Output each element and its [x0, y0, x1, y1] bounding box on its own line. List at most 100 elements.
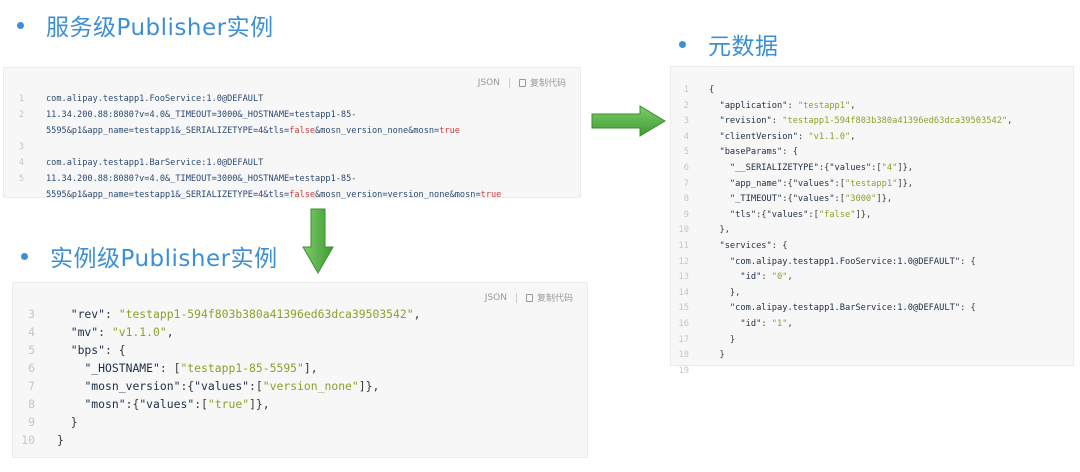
- code-line: 19: [675, 364, 1012, 380]
- line-number: 6: [28, 361, 35, 375]
- heading-service-publisher: 服务级Publisher实例: [17, 8, 274, 42]
- code-line: 5 "bps": {: [19, 341, 420, 359]
- metadata-code-panel: 1 {2 "application": "testapp1", 3 "revisio…: [670, 66, 1074, 376]
- code-token: :{: [782, 178, 793, 189]
- code-text: 11.34.200.88:8080?v=4.0&_TIMEOUT=3000&_H…: [46, 171, 356, 187]
- line-number: 2: [18, 110, 24, 120]
- code-text: 11.34.200.88:8080?v=4.0&_TIMEOUT=3000&_H…: [46, 107, 356, 123]
- code-token: }: [709, 350, 725, 361]
- code-token: :[: [871, 162, 882, 173]
- code-token: "testapp1-594f803b380a41396ed63dca395035…: [118, 307, 414, 321]
- code-token: 11.34.200.88:8080?v=4.0&_TIMEOUT=3000&_H…: [46, 174, 357, 184]
- heading-instance-publisher: 实例级Publisher实例: [21, 239, 278, 273]
- code-token: },: [709, 287, 741, 298]
- code-line: 18 }: [675, 348, 1012, 364]
- code-token: "bps": [70, 343, 106, 357]
- code-text: "com.alipay.testapp1.BarService:1.0@DEFA…: [709, 301, 976, 317]
- copy-icon: [518, 78, 526, 87]
- line-number: 8: [683, 194, 689, 205]
- code-token: ]},: [876, 194, 893, 205]
- line-number: 14: [678, 287, 689, 298]
- code-token: }: [57, 433, 64, 447]
- code-line: 6 "__SERIALIZETYPE":{"values":["4"]},: [675, 161, 1012, 177]
- code-token: ],: [303, 361, 318, 375]
- code-text: "baseParams": {: [709, 145, 797, 161]
- code-token: :: [761, 318, 772, 329]
- code-token: "id": [740, 318, 762, 329]
- code-text: "bps": {: [57, 341, 126, 359]
- code-token: "testapp1": [797, 100, 851, 111]
- code-line: 11 "services": {: [675, 239, 1012, 255]
- code-token: :{: [180, 379, 195, 393]
- copy-code-button[interactable]: 复制代码: [537, 291, 573, 304]
- code-token: "v1.1.0": [808, 131, 851, 142]
- toolbar-divider: [515, 292, 517, 303]
- bullet-icon: [21, 252, 28, 260]
- code-line: 2 "application": "testapp1",: [675, 99, 1012, 115]
- code-text: com.alipay.testapp1.FooService:1.0@DEFAU…: [46, 91, 263, 107]
- code-text: },: [709, 286, 740, 302]
- code-token: com.alipay.testapp1.BarService:1.0@DEFAU…: [46, 158, 264, 168]
- code-token: : {: [960, 303, 976, 314]
- code-token: "revision": [719, 116, 772, 127]
- code-token: "4": [881, 162, 898, 173]
- code-line: 15 "com.alipay.testapp1.BarService:1.0@D…: [675, 301, 1012, 317]
- code-token: :: [98, 325, 112, 339]
- code-token: &mosn_version_none&mosn=: [315, 126, 440, 136]
- code-text: },: [709, 223, 729, 239]
- line-number: 2: [683, 100, 689, 111]
- code-token: "true": [207, 397, 250, 411]
- code-token: : {: [105, 343, 126, 357]
- code-token: "testapp1": [845, 178, 898, 189]
- code-text: {: [709, 83, 714, 99]
- code-token: ]},: [249, 397, 270, 411]
- code-token: :: [787, 100, 798, 111]
- arrow-down-icon: [302, 208, 334, 275]
- heading-text: 服务级Publisher实例: [46, 15, 274, 41]
- line-number: 3: [18, 142, 24, 152]
- code-text: "mosn_version":{"values":["version_none"…: [57, 377, 379, 395]
- code-token: 5595&p1&app_name=testapp1&_SERIALIZETYPE…: [46, 126, 290, 136]
- code-token: "values": [792, 178, 835, 189]
- code-token: "_HOSTNAME": [84, 361, 160, 375]
- code-token: "app_name": [729, 178, 783, 189]
- code-text: "_HOSTNAME": ["testapp1-85-5595"],: [57, 359, 318, 377]
- code-token: ,: [787, 318, 793, 329]
- code-token: "clientVersion": [719, 131, 798, 142]
- line-number: 13: [678, 272, 689, 283]
- line-number: 1: [683, 85, 689, 95]
- line-number: 3: [683, 116, 689, 127]
- code-text: }: [709, 348, 725, 364]
- code-token: :[: [834, 194, 846, 205]
- code-toolbar: JSON 复制代码: [478, 76, 566, 89]
- code-token: "mv": [70, 325, 99, 339]
- code-token: 11.34.200.88:8080?v=4.0&_TIMEOUT=3000&_H…: [46, 110, 357, 120]
- code-token: true: [439, 126, 460, 136]
- code-token: :{: [756, 209, 767, 220]
- code-token: "values": [194, 379, 250, 393]
- code-token: "values": [139, 397, 195, 411]
- code-line: 14 },: [675, 286, 1012, 302]
- line-number: [10, 123, 24, 139]
- code-line: 7 "mosn_version":{"values":["version_non…: [19, 377, 420, 395]
- code-block: 3 "rev": "testapp1-594f803b380a41396ed63…: [19, 305, 420, 449]
- code-line: 4 com.alipay.testapp1.BarService:1.0@DEFA…: [10, 155, 501, 171]
- code-line: 13 "id": "0",: [675, 270, 1012, 286]
- code-line: 5595&p1&app_name=testapp1&_SERIALIZETYPE…: [10, 123, 501, 139]
- code-token: ,: [166, 325, 174, 339]
- line-number: 10: [678, 225, 689, 236]
- code-line: 16 "id": "1",: [675, 317, 1012, 333]
- code-token: ]},: [897, 178, 914, 189]
- code-token: "tls": [729, 209, 757, 220]
- heading-metadata: 元数据: [679, 27, 779, 61]
- code-token: :{: [818, 162, 830, 173]
- code-token: "values": [792, 194, 835, 205]
- copy-code-button[interactable]: 复制代码: [530, 76, 566, 89]
- code-token: "values": [829, 162, 872, 173]
